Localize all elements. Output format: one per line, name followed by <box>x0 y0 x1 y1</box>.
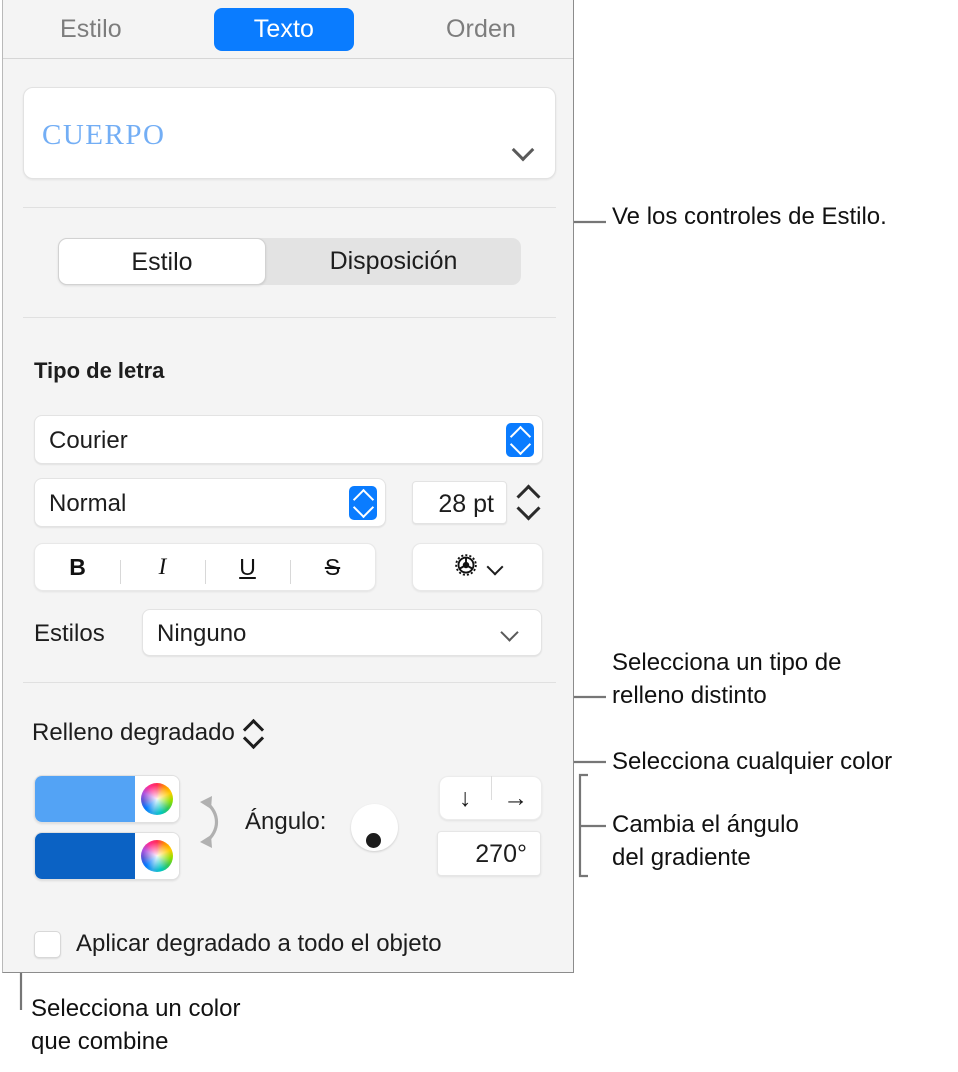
styles-label: Estilos <box>34 620 105 647</box>
text-format-buttons: B I U S <box>34 543 376 591</box>
character-styles-popup[interactable]: Ninguno <box>142 609 542 656</box>
angle-dial[interactable] <box>351 804 398 851</box>
fill-type-popup[interactable]: Relleno degradado <box>32 718 262 748</box>
gradient-end-color-well[interactable] <box>34 832 180 880</box>
gradient-direction-down-button[interactable]: ↓ <box>440 785 491 811</box>
angle-dial-knob[interactable] <box>366 833 381 848</box>
color-wheel-button-start[interactable] <box>134 776 179 822</box>
color-wheel-button-end[interactable] <box>134 833 179 879</box>
font-section-title: Tipo de letra <box>34 358 165 383</box>
tab-estilo[interactable]: Estilo <box>38 9 144 50</box>
callout-fill-type: Selecciona un tipo de relleno distinto <box>612 649 842 710</box>
angle-value: 270° <box>475 840 527 868</box>
divider-1 <box>23 207 556 208</box>
callout-style-controls: Ve los controles de Estilo. <box>612 203 887 230</box>
gear-icon <box>451 550 481 585</box>
chevron-down-icon <box>501 626 523 644</box>
font-weight-popup[interactable]: Normal <box>34 478 386 527</box>
style-layout-segmented-control: Estilo Disposición <box>58 238 521 285</box>
font-family-popup[interactable]: Courier <box>34 415 543 464</box>
apply-gradient-checkbox[interactable] <box>34 930 61 958</box>
inspector-tab-bar: Estilo Texto Orden <box>3 0 573 59</box>
segment-estilo[interactable]: Estilo <box>58 238 266 285</box>
paragraph-style-popup[interactable]: CUERPO <box>23 87 556 179</box>
tab-orden[interactable]: Orden <box>424 9 538 50</box>
italic-button[interactable]: I <box>120 554 205 584</box>
font-family-stepper-icon <box>506 423 534 457</box>
chevron-down-icon <box>513 142 535 160</box>
bold-button[interactable]: B <box>35 554 120 581</box>
font-options-button[interactable] <box>412 543 543 591</box>
color-wheel-icon <box>140 840 173 872</box>
angle-label: Ángulo: <box>245 808 327 835</box>
callout-gradient-angle: Cambia el ángulo del gradiente <box>612 811 799 872</box>
chevron-down-icon <box>487 562 504 572</box>
tab-texto[interactable]: Texto <box>213 7 354 51</box>
format-inspector-panel: Estilo Texto Orden CUERPO Estilo Disposi… <box>2 0 574 973</box>
fill-type-value: Relleno degradado <box>32 719 235 746</box>
angle-value-field[interactable]: 270° <box>437 831 541 876</box>
font-size-field[interactable]: 28 pt <box>412 481 507 524</box>
paragraph-style-value: CUERPO <box>42 119 166 151</box>
gradient-start-color-well[interactable] <box>34 775 180 823</box>
callout-matching-color: Selecciona un color que combine <box>31 995 241 1056</box>
underline-button[interactable]: U <box>205 554 290 584</box>
font-family-value: Courier <box>49 427 128 454</box>
swap-arrows-icon[interactable] <box>196 786 230 858</box>
divider-3 <box>23 682 556 683</box>
font-size-value: 28 pt <box>438 490 494 518</box>
callout-any-color: Selecciona cualquier color <box>612 748 893 775</box>
character-styles-value: Ninguno <box>157 620 247 647</box>
segment-disposicion[interactable]: Disposición <box>266 238 521 285</box>
gradient-direction-right-button[interactable]: → <box>490 775 542 811</box>
gradient-direction-buttons: ↓ → <box>439 775 542 820</box>
font-weight-value: Normal <box>49 490 127 517</box>
gradient-end-swatch[interactable] <box>35 833 135 879</box>
up-down-chevron-icon <box>244 718 262 748</box>
font-size-stepper[interactable] <box>513 478 543 526</box>
apply-gradient-label: Aplicar degradado a todo el objeto <box>76 930 442 957</box>
divider-2 <box>23 317 556 318</box>
gradient-start-swatch[interactable] <box>35 776 135 822</box>
font-weight-stepper-icon <box>349 486 377 520</box>
color-wheel-icon <box>140 783 173 815</box>
apply-gradient-checkbox-row[interactable]: Aplicar degradado a todo el objeto <box>34 930 442 958</box>
strikethrough-button[interactable]: S <box>290 554 375 584</box>
